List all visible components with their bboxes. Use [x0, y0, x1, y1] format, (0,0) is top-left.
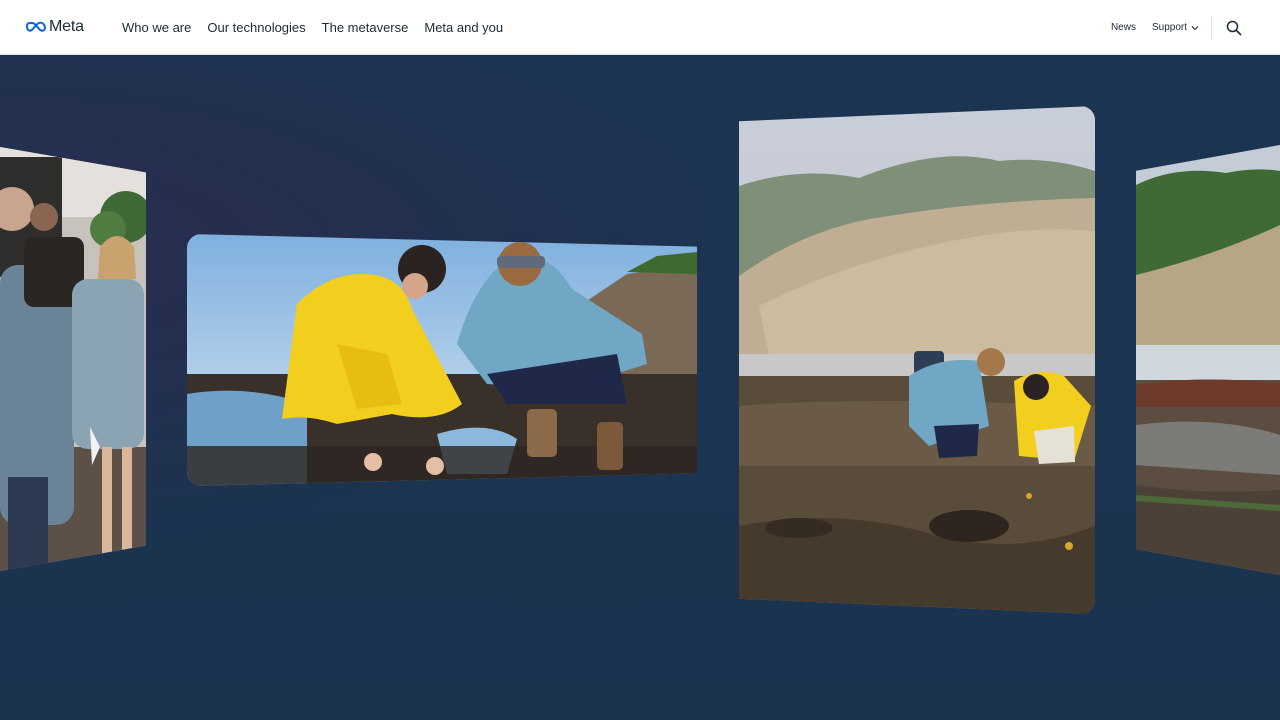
carousel-photo-people-indoors[interactable] [0, 147, 146, 571]
nav-meta-and-you[interactable]: Meta and you [424, 20, 503, 35]
utility-nav: News Support [1111, 0, 1280, 55]
search-button[interactable] [1212, 0, 1256, 55]
chevron-down-icon [1191, 25, 1199, 30]
nav-the-metaverse[interactable]: The metaverse [322, 20, 409, 35]
support-dropdown[interactable]: Support [1152, 22, 1199, 33]
carousel-photo-tidepool-closeup[interactable] [187, 234, 697, 486]
hero-photo-carousel [0, 55, 1280, 720]
search-icon [1226, 20, 1242, 35]
news-link[interactable]: News [1111, 22, 1136, 33]
support-label: Support [1151, 22, 1187, 33]
carousel-photo-cliff-shoreline[interactable] [1136, 145, 1280, 575]
meta-logo[interactable]: Meta [26, 16, 84, 38]
top-navigation: Meta Who we are Our technologies The met… [0, 0, 1280, 55]
logo-wordmark: Meta [49, 18, 84, 35]
primary-nav: Who we are Our technologies The metavers… [122, 0, 503, 55]
nav-who-we-are[interactable]: Who we are [122, 20, 191, 35]
carousel-photo-tidepool-wide[interactable] [739, 106, 1095, 614]
nav-our-technologies[interactable]: Our technologies [207, 20, 305, 35]
meta-infinity-logo-icon [26, 21, 46, 32]
